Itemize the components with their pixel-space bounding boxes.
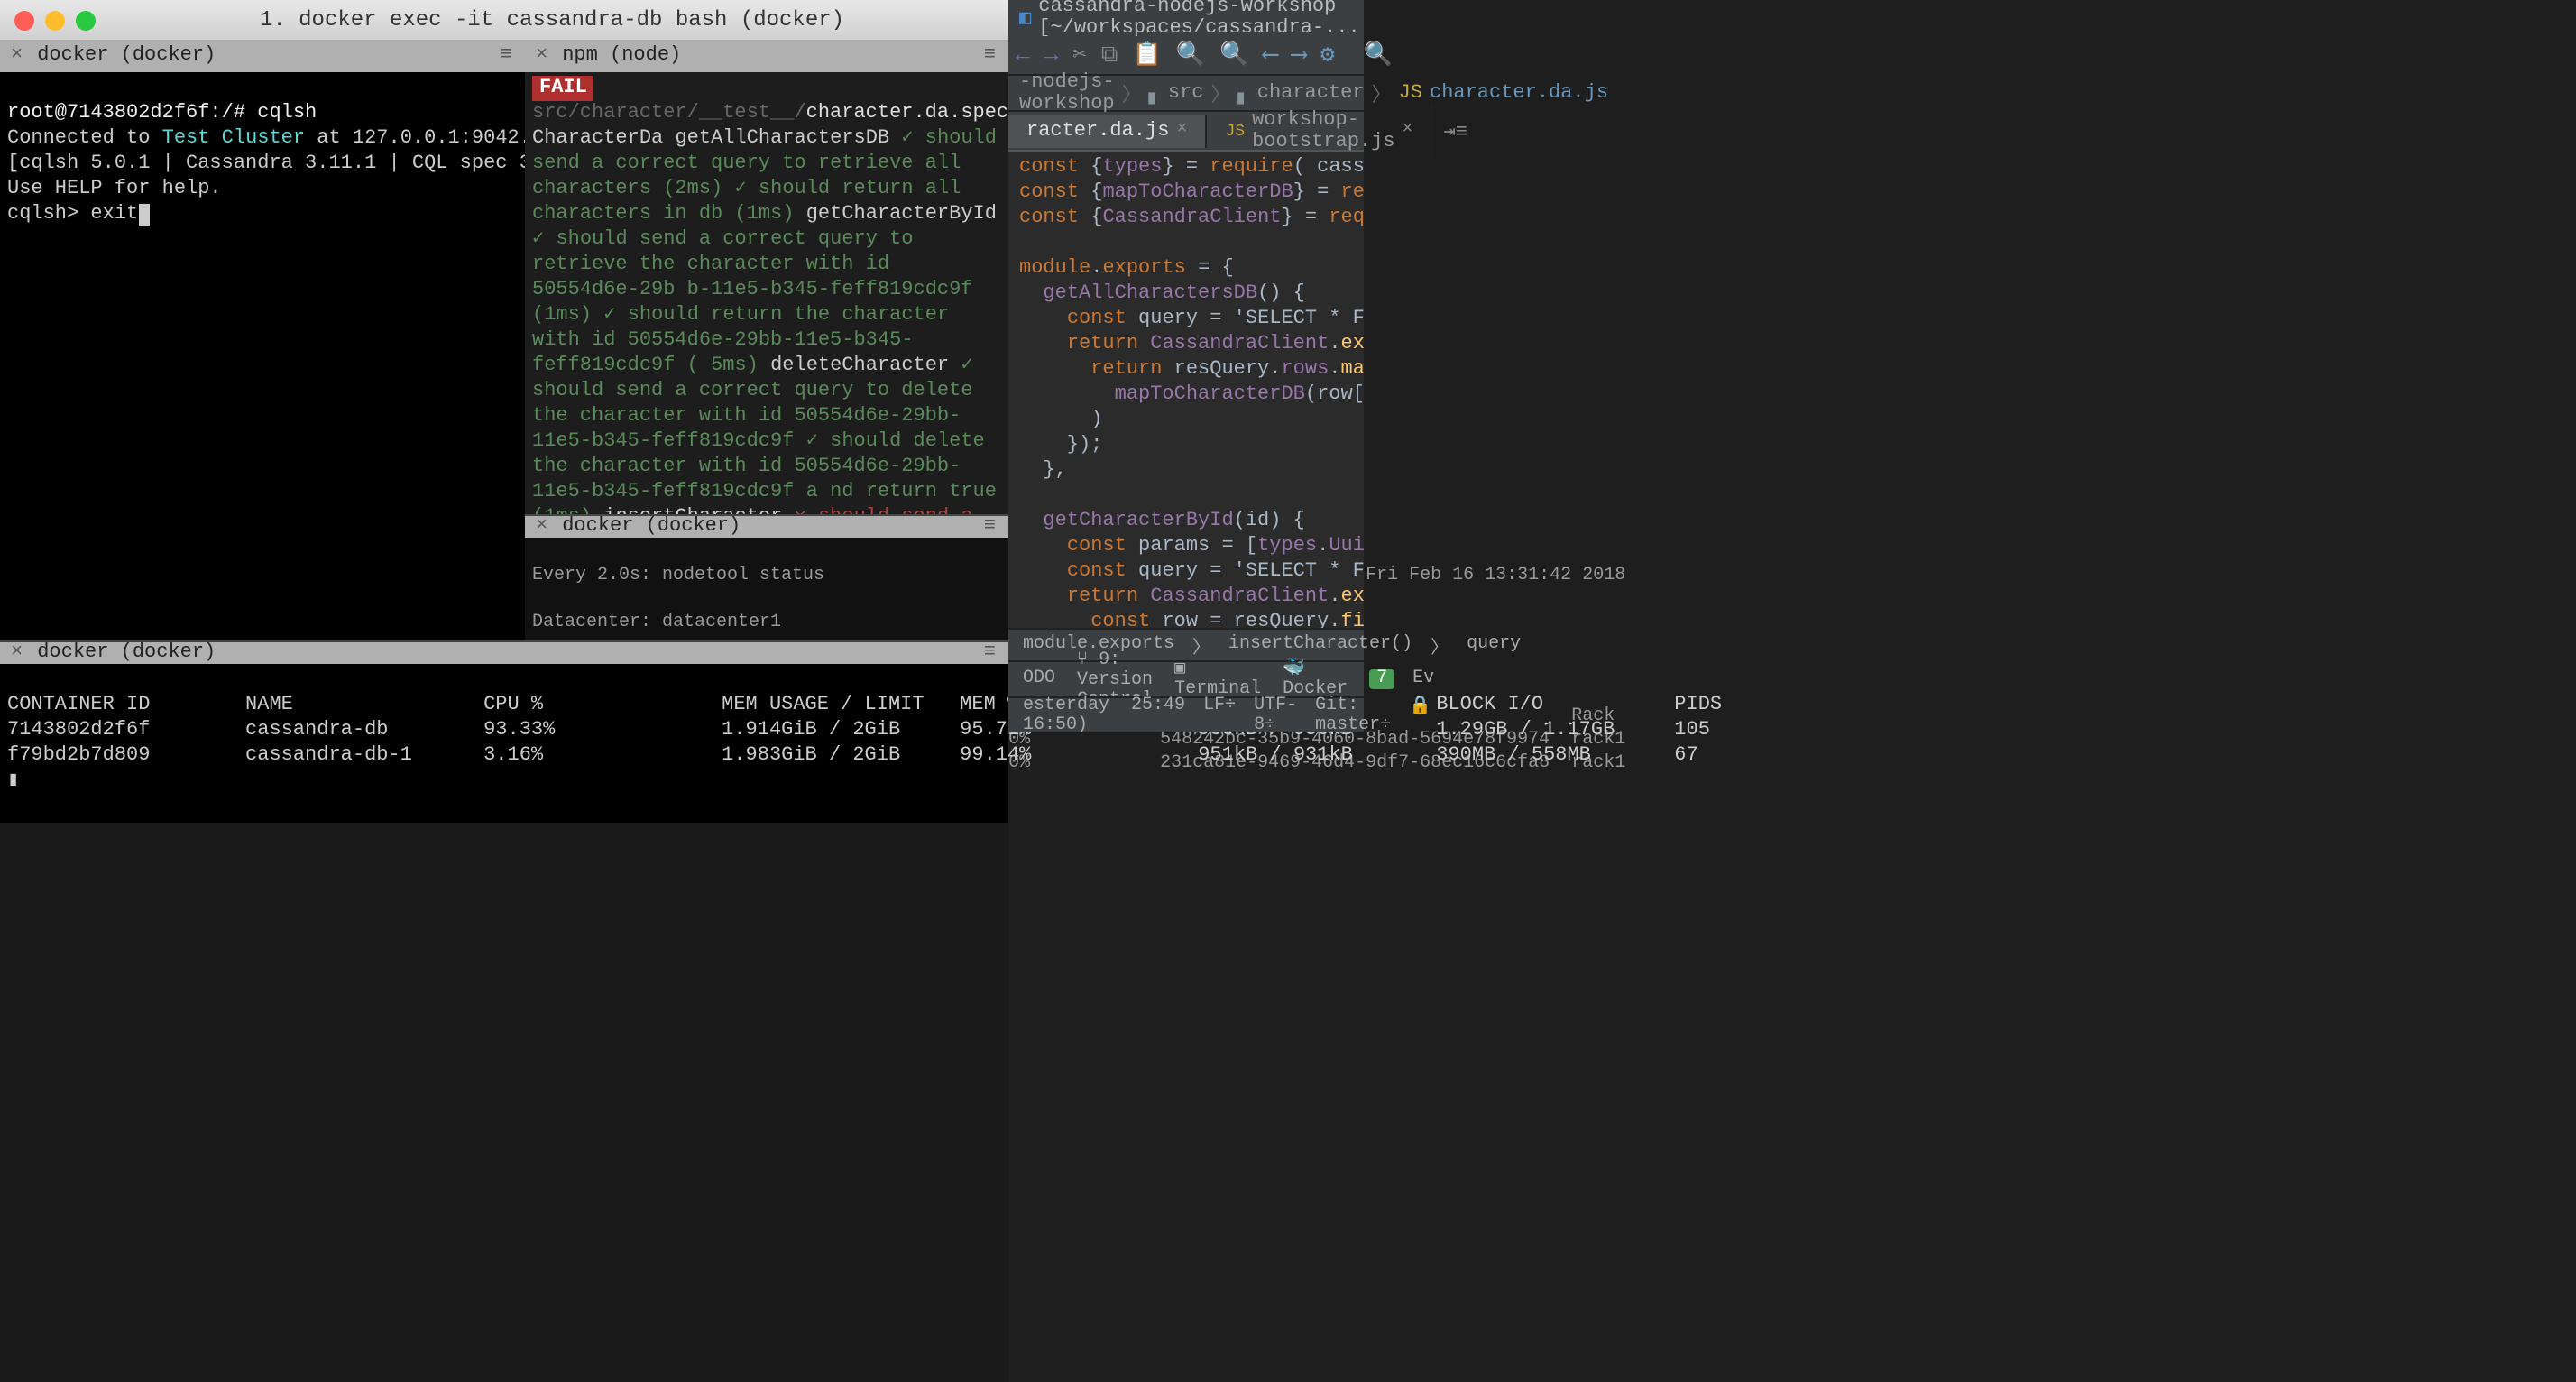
- breadcrumb-bottom[interactable]: module.exports〉 insertCharacter()〉 query: [1008, 628, 1364, 660]
- pane-tab-label: docker (docker): [37, 642, 216, 664]
- pane-tab-npm[interactable]: × npm (node) ≡: [525, 40, 1008, 72]
- close-icon[interactable]: ×: [1176, 121, 1187, 141]
- tab-menu-icon[interactable]: ⇥≡: [1433, 118, 1478, 143]
- menu-icon[interactable]: ≡: [984, 45, 998, 67]
- menu-icon[interactable]: ≡: [984, 642, 998, 664]
- pane-tab-label: docker (docker): [37, 45, 216, 67]
- pane-tab-docker-bottom[interactable]: × docker (docker) ≡: [0, 642, 1008, 664]
- close-icon[interactable]: ×: [536, 516, 547, 538]
- tab-workshop-bootstrap[interactable]: JS workshop-bootstrap.js×: [1207, 104, 1432, 158]
- ide-title: cassandra-nodejs-workshop [~/workspaces/…: [1038, 0, 1359, 40]
- git-branch[interactable]: Git: master÷: [1315, 696, 1391, 735]
- search-icon[interactable]: 🔍: [1176, 41, 1205, 69]
- caret-pos[interactable]: 25:49: [1131, 696, 1185, 735]
- settings-icon[interactable]: ⚙: [1320, 41, 1335, 69]
- menu-icon[interactable]: ≡: [501, 45, 514, 67]
- editor-tabs[interactable]: racter.da.js× JS workshop-bootstrap.js× …: [1008, 112, 1364, 152]
- back-icon[interactable]: ←: [1016, 41, 1030, 69]
- replace-icon[interactable]: 🔍: [1219, 41, 1248, 69]
- forward-icon[interactable]: →: [1044, 41, 1059, 69]
- lock-icon[interactable]: 🔒: [1409, 696, 1431, 735]
- close-icon[interactable]: ×: [11, 45, 23, 67]
- folder-icon: ▖: [1238, 80, 1250, 106]
- close-icon[interactable]: ×: [536, 45, 547, 67]
- maximize-icon[interactable]: [76, 10, 96, 30]
- tab-character-da[interactable]: racter.da.js×: [1008, 115, 1207, 147]
- cut-icon[interactable]: ✂: [1072, 41, 1087, 69]
- fwd-nav-icon[interactable]: ⟶: [1292, 41, 1306, 69]
- close-icon[interactable]: ×: [1403, 121, 1413, 141]
- window-title: 1. docker exec -it cassandra-db bash (do…: [110, 7, 994, 32]
- copy-icon[interactable]: ⧉: [1101, 41, 1118, 69]
- terminal-tool[interactable]: ▣ Terminal: [1174, 659, 1261, 700]
- pane-tab-nodetool[interactable]: × docker (docker) ≡: [525, 516, 1008, 538]
- docker-stats[interactable]: CONTAINER ID NAME CPU % MEM USAGE / LIMI…: [0, 664, 1008, 823]
- fail-badge: FAIL: [532, 76, 594, 101]
- cqlsh-terminal[interactable]: root@7143802d2f6f:/# cqlsh Connected to …: [0, 72, 525, 660]
- minimize-icon[interactable]: [45, 10, 65, 30]
- traffic-lights[interactable]: [14, 10, 96, 30]
- code-editor[interactable]: const {types} = require( cassandra-drive…: [1008, 152, 1364, 628]
- ide-toolbar[interactable]: ← → ✂ ⧉ 📋 🔍 🔍 ⟵ ⟶ ⚙ 🔍: [1008, 36, 1364, 76]
- folder-icon: ▖: [1149, 80, 1161, 106]
- close-icon[interactable]: [14, 10, 34, 30]
- js-file-icon: JS: [1225, 122, 1245, 140]
- ide-toolwindow-bar[interactable]: ODO ⑂ 9: Version Control ▣ Terminal 🐳 Do…: [1008, 660, 1364, 696]
- ide-titlebar: ◧ cassandra-nodejs-workshop [~/workspace…: [1008, 0, 1364, 36]
- line-sep[interactable]: LF÷: [1203, 696, 1236, 735]
- back-nav-icon[interactable]: ⟵: [1264, 41, 1278, 69]
- breadcrumb-project[interactable]: -nodejs-workshop: [1019, 71, 1115, 115]
- paste-icon[interactable]: 📋: [1133, 41, 1162, 69]
- ide-app-icon: ◧: [1019, 5, 1031, 31]
- encoding[interactable]: UTF-8÷: [1254, 696, 1297, 735]
- pane-tab-label: npm (node): [562, 45, 681, 67]
- macos-titlebar: 1. docker exec -it cassandra-db bash (do…: [0, 0, 1008, 40]
- pane-tab-docker-left[interactable]: × docker (docker) ≡: [0, 40, 525, 72]
- pane-tab-label: docker (docker): [562, 516, 741, 538]
- todo-tool[interactable]: ODO: [1023, 669, 1055, 689]
- search-everywhere-icon[interactable]: 🔍: [1364, 41, 1393, 69]
- badge-count[interactable]: 7: [1369, 669, 1394, 689]
- docker-tool[interactable]: 🐳 Docker: [1283, 659, 1348, 700]
- menu-icon[interactable]: ≡: [984, 516, 998, 538]
- test-output[interactable]: FAIL src/character/__test__/character.da…: [525, 72, 1008, 514]
- close-icon[interactable]: ×: [11, 642, 23, 664]
- js-file-icon: JS: [1399, 82, 1422, 104]
- ide-statusbar: esterday 16:50) 25:49 LF÷ UTF-8÷ Git: ma…: [1008, 696, 1364, 732]
